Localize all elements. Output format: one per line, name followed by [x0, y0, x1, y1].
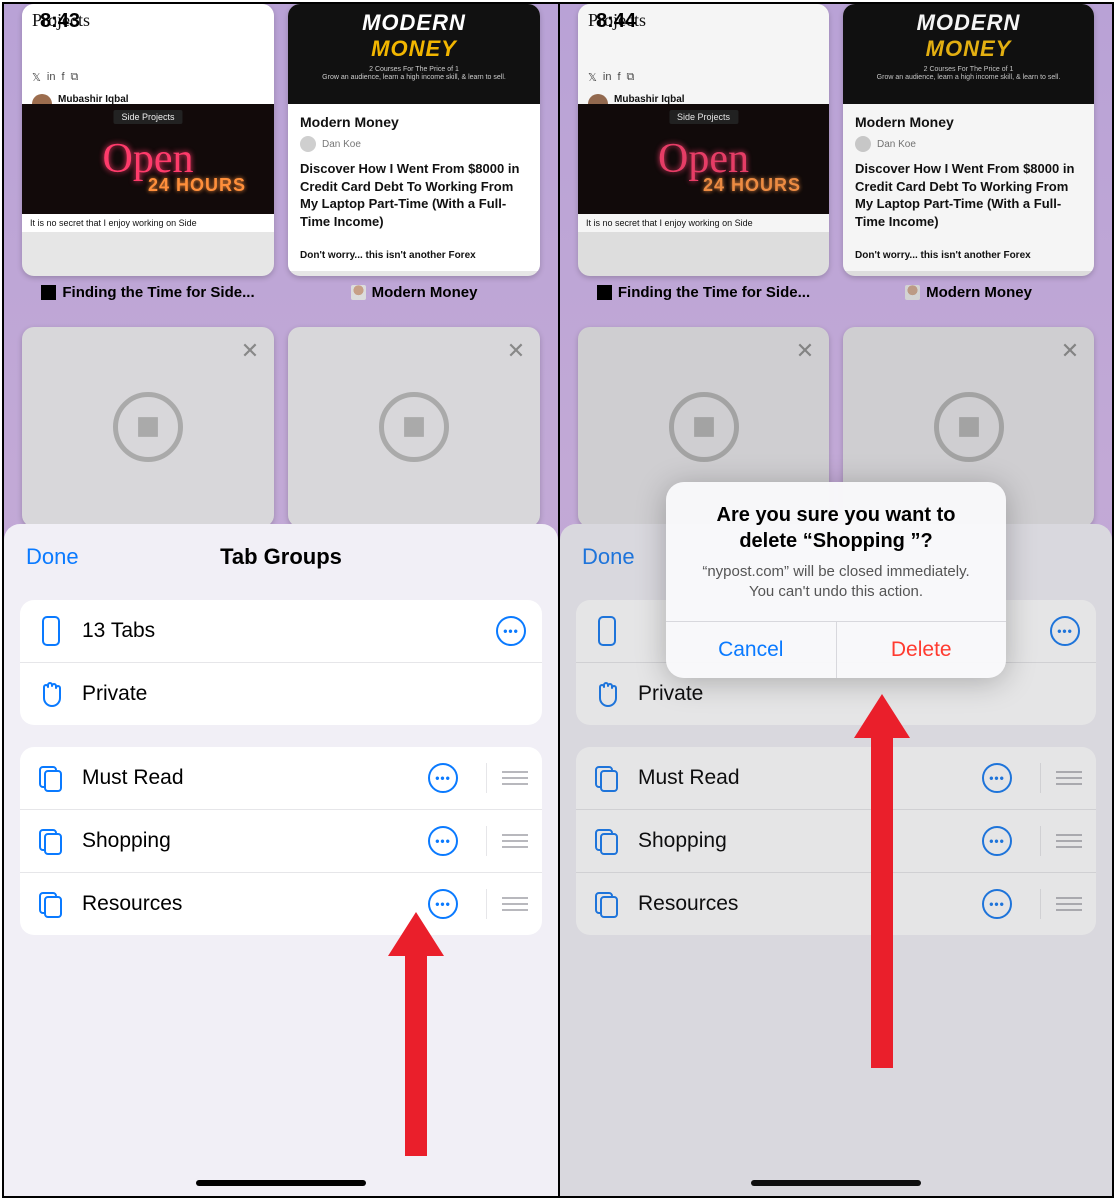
home-indicator[interactable]: [196, 1180, 366, 1186]
device-icon: [592, 616, 622, 646]
annotation-arrow: [394, 912, 438, 1156]
neon-hero: Side Projects Open 24 HOURS: [22, 104, 274, 214]
group-row-resources[interactable]: Resources: [576, 873, 1096, 935]
tabgroup-icon: [36, 763, 66, 793]
tab-card-2-wrap: MODERN MONEY 2 Courses For The Price of …: [288, 4, 540, 313]
group-row-resources[interactable]: Resources: [20, 873, 542, 935]
more-button[interactable]: [428, 763, 458, 793]
tabgroup-icon: [36, 889, 66, 919]
alert-title: Are you sure you want to delete “Shoppin…: [688, 502, 984, 554]
tab-card-1-wrap: 8:43 Projects 𝕏inf⧉ Mubashir Iqbal Dec 2…: [22, 4, 274, 313]
more-button[interactable]: [982, 826, 1012, 856]
tab-title-1: Finding the Time for Side...: [22, 276, 274, 313]
social-icons: 𝕏inf⧉: [32, 71, 264, 84]
close-icon[interactable]: ✕: [791, 337, 819, 365]
annotation-arrow: [860, 694, 904, 1068]
delete-confirm-alert: Are you sure you want to delete “Shoppin…: [666, 482, 1006, 678]
group-row-must-read[interactable]: Must Read: [20, 747, 542, 810]
more-button[interactable]: [1050, 616, 1080, 646]
sheet-title: Tab Groups: [154, 544, 409, 570]
avatar-favicon: [905, 285, 920, 300]
tab-title-2: Modern Money: [288, 276, 540, 313]
compass-icon: [113, 392, 183, 462]
more-button[interactable]: [428, 826, 458, 856]
drag-handle[interactable]: [1040, 826, 1096, 856]
close-icon[interactable]: ✕: [1056, 337, 1084, 365]
more-button[interactable]: [982, 763, 1012, 793]
screenshot-right: 8:44 Projects 𝕏inf⧉ Mubashir Iqbal Dec 2…: [558, 4, 1112, 1196]
close-icon[interactable]: ✕: [236, 337, 264, 365]
home-indicator[interactable]: [751, 1180, 921, 1186]
tabgroup-icon: [592, 826, 622, 856]
group-row-shopping[interactable]: Shopping: [20, 810, 542, 873]
status-clock: 8:44: [596, 10, 636, 33]
tab-card-2-wrap: MODERN MONEY 2 Courses For The Price of …: [843, 4, 1094, 313]
compass-icon: [669, 392, 739, 462]
tabgroup-icon: [592, 763, 622, 793]
private-row[interactable]: Private: [20, 663, 542, 725]
alert-message: “nypost.com” will be closed immediately.…: [688, 562, 984, 603]
delete-button[interactable]: Delete: [837, 622, 1007, 678]
tab-title-1: Finding the Time for Side...: [578, 276, 829, 313]
neon-hero: Side Projects Open 24 HOURS: [578, 104, 829, 214]
group-row-must-read[interactable]: Must Read: [576, 747, 1096, 810]
tab-overview-grid: 8:43 Projects 𝕏inf⧉ Mubashir Iqbal Dec 2…: [4, 4, 558, 527]
group-row-shopping[interactable]: Shopping: [576, 810, 1096, 873]
avatar-favicon: [351, 285, 366, 300]
drag-handle[interactable]: [486, 763, 542, 793]
tab-card-modern-money[interactable]: MODERN MONEY 2 Courses For The Price of …: [843, 4, 1094, 276]
screenshot-left: 8:43 Projects 𝕏inf⧉ Mubashir Iqbal Dec 2…: [4, 4, 558, 1196]
tab-card-blank-2[interactable]: ✕: [288, 327, 540, 527]
drag-handle[interactable]: [486, 889, 542, 919]
tab-card-modern-money[interactable]: MODERN MONEY 2 Courses For The Price of …: [288, 4, 540, 276]
hand-icon: [592, 679, 622, 709]
done-button[interactable]: Done: [26, 544, 79, 570]
device-icon: [36, 616, 66, 646]
status-clock: 8:43: [40, 10, 80, 33]
byline-avatar: [855, 136, 871, 152]
compass-icon: [379, 392, 449, 462]
social-icons: 𝕏inf⧉: [588, 71, 819, 84]
close-icon[interactable]: ✕: [502, 337, 530, 365]
hand-icon: [36, 679, 66, 709]
default-tabs-card: 13 Tabs Private: [20, 600, 542, 725]
drag-handle[interactable]: [1040, 889, 1096, 919]
tab-groups-sheet: Done Tab Groups 13 Tabs Private: [4, 524, 558, 1196]
custom-groups-card: Must Read Shopping Resources: [576, 747, 1096, 935]
drag-handle[interactable]: [1040, 763, 1096, 793]
compass-icon: [934, 392, 1004, 462]
custom-groups-card: Must Read Shopping Resources: [20, 747, 542, 935]
tab-card-blank-1[interactable]: ✕: [22, 327, 274, 527]
more-button[interactable]: [982, 889, 1012, 919]
drag-handle[interactable]: [486, 826, 542, 856]
all-tabs-row[interactable]: 13 Tabs: [20, 600, 542, 663]
cancel-button[interactable]: Cancel: [666, 622, 837, 678]
tabgroup-icon: [36, 826, 66, 856]
done-button[interactable]: Done: [582, 544, 635, 570]
medium-icon: [597, 285, 612, 300]
more-button[interactable]: [496, 616, 526, 646]
tabgroup-icon: [592, 889, 622, 919]
tab-card-side-projects[interactable]: 8:44 Projects 𝕏inf⧉ Mubashir Iqbal Dec 2…: [578, 4, 829, 276]
medium-icon: [41, 285, 56, 300]
tab-overview-grid: 8:44 Projects 𝕏inf⧉ Mubashir Iqbal Dec 2…: [560, 4, 1112, 527]
byline-avatar: [300, 136, 316, 152]
tab-card-1-wrap: 8:44 Projects 𝕏inf⧉ Mubashir Iqbal Dec 2…: [578, 4, 829, 313]
tab-title-2: Modern Money: [843, 276, 1094, 313]
tab-card-side-projects[interactable]: 8:43 Projects 𝕏inf⧉ Mubashir Iqbal Dec 2…: [22, 4, 274, 276]
